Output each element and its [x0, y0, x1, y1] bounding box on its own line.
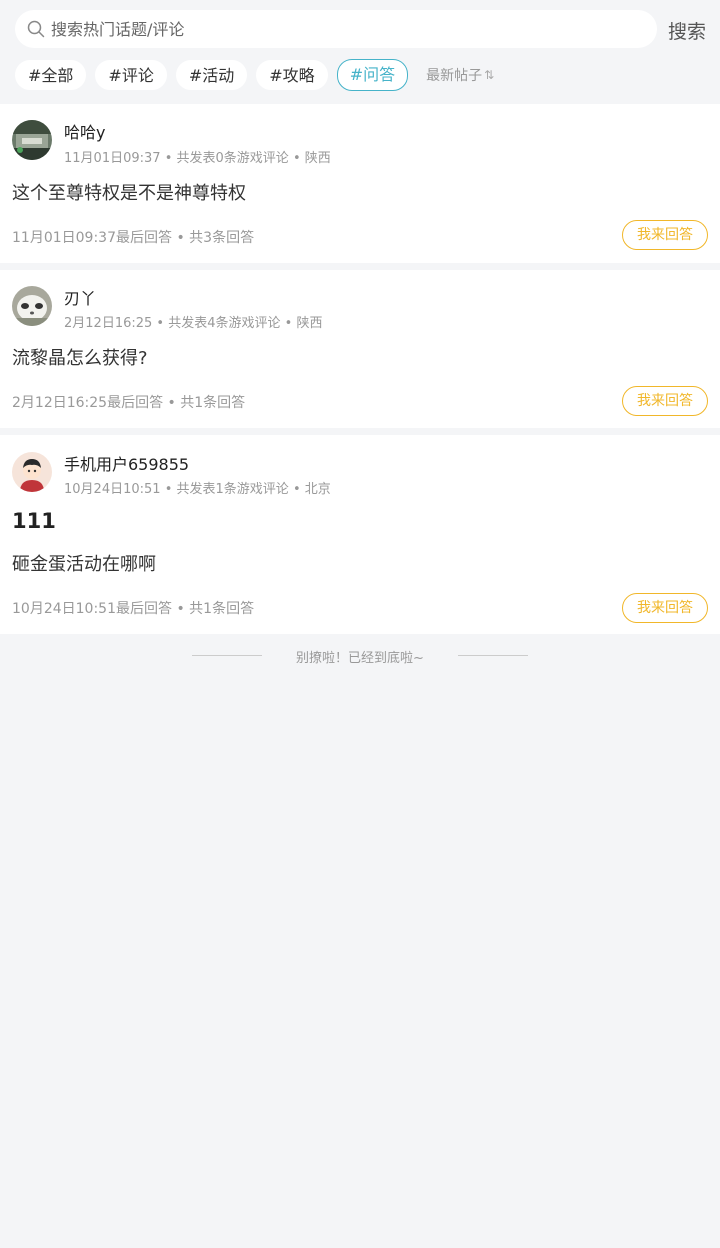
- reply-info: 2月12日16:25最后回答 • 共1条回答: [12, 392, 245, 412]
- answer-button[interactable]: 我来回答: [622, 593, 708, 623]
- post-title[interactable]: 111: [12, 509, 56, 533]
- post-time: 10月24日10:51: [64, 482, 161, 497]
- meta-dot: •: [167, 395, 181, 411]
- end-of-list-indicator: 别撩啦！已经到底啦~: [0, 646, 720, 666]
- tag-all[interactable]: #全部: [15, 60, 87, 90]
- tag-events[interactable]: #活动: [175, 60, 248, 90]
- meta-dot: •: [164, 151, 177, 166]
- meta-dot: •: [176, 230, 190, 246]
- post-stats: 共发表4条游戏评论: [168, 316, 281, 331]
- last-reply-time: 10月24日10:51最后回答: [12, 601, 172, 617]
- search-button[interactable]: 搜索: [668, 17, 706, 44]
- post-card[interactable]: 刃丫 2月12日16:25 • 共发表4条游戏评论 • 陕西 流黎晶怎么获得? …: [0, 270, 720, 428]
- post-content[interactable]: 这个至尊特权是不是神尊特权: [12, 179, 246, 205]
- username[interactable]: 哈哈y: [64, 119, 105, 143]
- search-box[interactable]: [15, 10, 657, 48]
- reply-info: 10月24日10:51最后回答 • 共1条回答: [12, 598, 254, 618]
- meta-dot: •: [292, 482, 305, 497]
- post-location: 陕西: [304, 151, 331, 166]
- post-content[interactable]: 流黎晶怎么获得?: [12, 344, 148, 370]
- post-content[interactable]: 砸金蛋活动在哪啊: [12, 550, 156, 576]
- username[interactable]: 手机用户659855: [64, 451, 189, 475]
- header: 搜索 #全部 #评论 #活动 #攻略 #问答 最新帖子 ⇅: [0, 0, 720, 104]
- tag-qa[interactable]: #问答: [336, 59, 409, 91]
- post-location: 北京: [304, 482, 331, 497]
- sort-label: 最新帖子: [426, 68, 483, 84]
- reply-count: 共3条回答: [189, 230, 255, 246]
- sort-latest-button[interactable]: 最新帖子 ⇅: [426, 65, 494, 85]
- reply-count: 共1条回答: [189, 601, 255, 617]
- tag-guides[interactable]: #攻略: [256, 60, 328, 90]
- post-time: 2月12日16:25: [64, 316, 153, 331]
- post-meta: 10月24日10:51 • 共发表1条游戏评论 • 北京: [64, 478, 331, 497]
- search-input[interactable]: [51, 19, 611, 39]
- meta-dot: •: [164, 482, 177, 497]
- username[interactable]: 刃丫: [64, 285, 96, 309]
- answer-button[interactable]: 我来回答: [622, 386, 708, 416]
- avatar[interactable]: [12, 452, 52, 492]
- meta-dot: •: [284, 316, 297, 331]
- sort-arrows-icon: ⇅: [484, 68, 495, 82]
- meta-dot: •: [156, 316, 169, 331]
- post-card[interactable]: 手机用户659855 10月24日10:51 • 共发表1条游戏评论 • 北京 …: [0, 435, 720, 634]
- post-stats: 共发表1条游戏评论: [176, 482, 289, 497]
- reply-count: 共1条回答: [180, 395, 246, 411]
- post-time: 11月01日09:37: [64, 151, 161, 166]
- divider-right: [458, 655, 528, 656]
- tag-filter-bar: #全部 #评论 #活动 #攻略 #问答 最新帖子 ⇅: [15, 59, 494, 91]
- last-reply-time: 2月12日16:25最后回答: [12, 395, 164, 411]
- tag-comments[interactable]: #评论: [95, 60, 167, 90]
- post-meta: 2月12日16:25 • 共发表4条游戏评论 • 陕西: [64, 312, 322, 331]
- meta-dot: •: [176, 601, 190, 617]
- reply-info: 11月01日09:37最后回答 • 共3条回答: [12, 227, 254, 247]
- meta-dot: •: [292, 151, 305, 166]
- last-reply-time: 11月01日09:37最后回答: [12, 230, 172, 246]
- avatar[interactable]: [12, 286, 52, 326]
- search-icon: [27, 20, 45, 38]
- post-card[interactable]: 哈哈y 11月01日09:37 • 共发表0条游戏评论 • 陕西 这个至尊特权是…: [0, 104, 720, 263]
- post-stats: 共发表0条游戏评论: [176, 151, 289, 166]
- answer-button[interactable]: 我来回答: [622, 220, 708, 250]
- avatar[interactable]: [12, 120, 52, 160]
- post-meta: 11月01日09:37 • 共发表0条游戏评论 • 陕西: [64, 147, 331, 166]
- post-location: 陕西: [296, 316, 323, 331]
- end-of-list-text: 别撩啦！已经到底啦~: [296, 651, 424, 666]
